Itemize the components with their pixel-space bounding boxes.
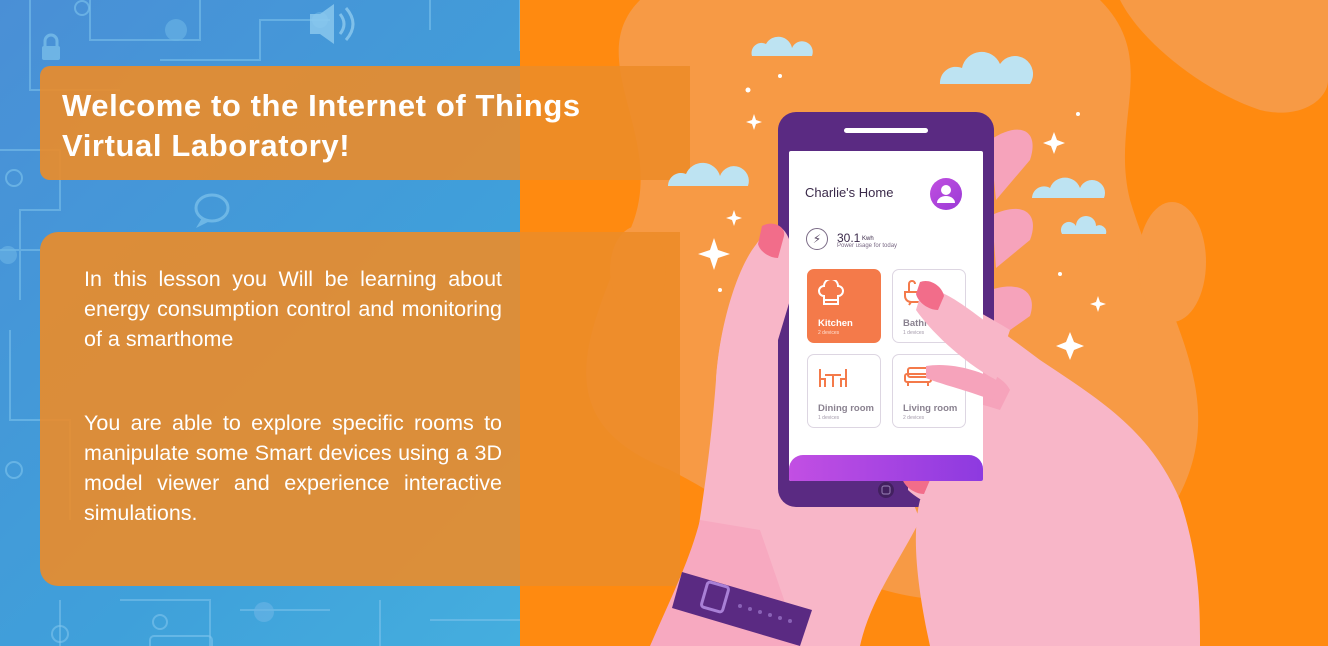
- pointing-finger-overlay: [916, 280, 1010, 400]
- lesson-paragraph-1: In this lesson you Will be learning abou…: [84, 267, 502, 351]
- room-name: Kitchen: [818, 318, 853, 329]
- power-usage-caption: Power usage for today: [837, 243, 898, 249]
- chat-bubble-icon: [194, 193, 230, 228]
- lightning-icon: ⚡: [806, 228, 828, 250]
- page-title: Welcome to the Internet of Things Virtua…: [62, 88, 581, 163]
- room-card-kitchen[interactable]: Kitchen 2 devices: [807, 269, 881, 343]
- dining-table-icon: [819, 369, 847, 387]
- title-panel: Welcome to the Internet of Things Virtua…: [40, 66, 690, 180]
- room-device-count: 2 devices: [818, 330, 840, 336]
- lesson-description-panel: In this lesson you Will be learning abou…: [40, 232, 680, 586]
- speaker-icon: [310, 4, 355, 44]
- home-title: Charlie's Home: [805, 185, 894, 200]
- room-name: Dining room: [818, 403, 874, 414]
- chef-hat-icon: [818, 280, 844, 305]
- lesson-paragraph-2: You are able to explore specific rooms t…: [84, 411, 502, 525]
- room-card-dining-room[interactable]: Dining room 1 devices: [807, 354, 881, 428]
- lock-icon: [42, 33, 60, 60]
- avatar[interactable]: [930, 178, 962, 210]
- room-device-count: 1 devices: [818, 415, 840, 421]
- bottom-nav-bar[interactable]: [789, 455, 983, 481]
- user-icon: [937, 185, 955, 203]
- power-usage-unit: Kwh: [862, 236, 874, 242]
- room-device-count: 2 devices: [903, 415, 925, 421]
